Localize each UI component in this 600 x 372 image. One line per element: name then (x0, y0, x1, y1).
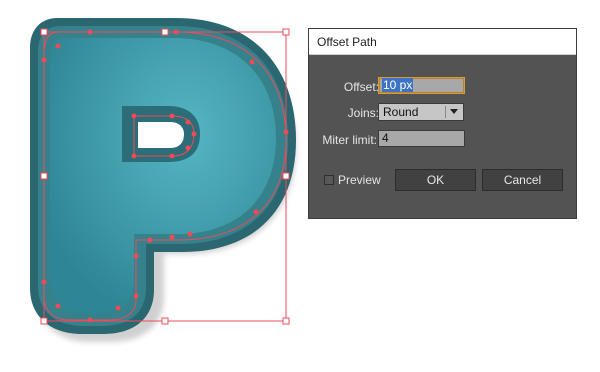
anchor-point[interactable] (41, 279, 47, 285)
joins-select[interactable]: Round (378, 103, 464, 121)
anchor-point[interactable] (55, 303, 61, 309)
anchor-point[interactable] (147, 237, 153, 243)
offset-label: Offset: (343, 80, 379, 94)
bounding-handle[interactable] (40, 317, 48, 325)
anchor-point[interactable] (191, 131, 197, 137)
chevron-down-icon (450, 109, 458, 114)
offset-input[interactable]: 10 px (378, 77, 465, 94)
anchor-point[interactable] (115, 305, 121, 311)
bounding-handle[interactable] (282, 172, 290, 180)
joins-label: Joins: (347, 106, 379, 120)
ok-button[interactable]: OK (395, 169, 476, 191)
anchor-point[interactable] (41, 57, 47, 63)
anchor-point[interactable] (133, 253, 139, 259)
bounding-handle[interactable] (40, 28, 48, 36)
anchor-point[interactable] (87, 29, 93, 35)
preview-label[interactable]: Preview (338, 173, 381, 187)
anchor-point[interactable] (131, 113, 137, 119)
anchor-point[interactable] (253, 209, 259, 215)
anchor-point[interactable] (187, 231, 193, 237)
letter-p-counter-inner (138, 122, 184, 148)
bounding-handle[interactable] (161, 28, 169, 36)
anchor-point[interactable] (131, 153, 137, 159)
dialog-title: Offset Path (317, 35, 377, 49)
joins-selected-value: Round (383, 105, 419, 119)
anchor-point[interactable] (169, 234, 175, 240)
anchor-point[interactable] (173, 29, 179, 35)
anchor-point[interactable] (55, 43, 61, 49)
bounding-handle[interactable] (282, 317, 290, 325)
offset-path-dialog: Offset Path Offset: 10 px Joins: Round M… (308, 28, 577, 219)
anchor-point[interactable] (87, 317, 93, 323)
miter-limit-label: Miter limit: (322, 133, 377, 147)
joins-select-divider (445, 106, 446, 118)
anchor-point[interactable] (185, 145, 191, 151)
anchor-point[interactable] (283, 129, 289, 135)
anchor-point[interactable] (249, 59, 255, 65)
anchor-point[interactable] (169, 113, 175, 119)
artwork-canvas[interactable] (0, 0, 310, 372)
bounding-handle[interactable] (161, 317, 169, 325)
preview-checkbox[interactable] (324, 175, 334, 185)
miter-limit-value: 4 (382, 131, 389, 145)
cancel-button[interactable]: Cancel (482, 169, 563, 191)
anchor-point[interactable] (169, 153, 175, 159)
anchor-point[interactable] (185, 119, 191, 125)
miter-limit-input[interactable]: 4 (378, 130, 465, 147)
dialog-titlebar[interactable]: Offset Path (309, 29, 576, 55)
bounding-handle[interactable] (282, 28, 290, 36)
offset-value: 10 px (382, 78, 414, 92)
anchor-point[interactable] (133, 293, 139, 299)
bounding-handle[interactable] (40, 172, 48, 180)
